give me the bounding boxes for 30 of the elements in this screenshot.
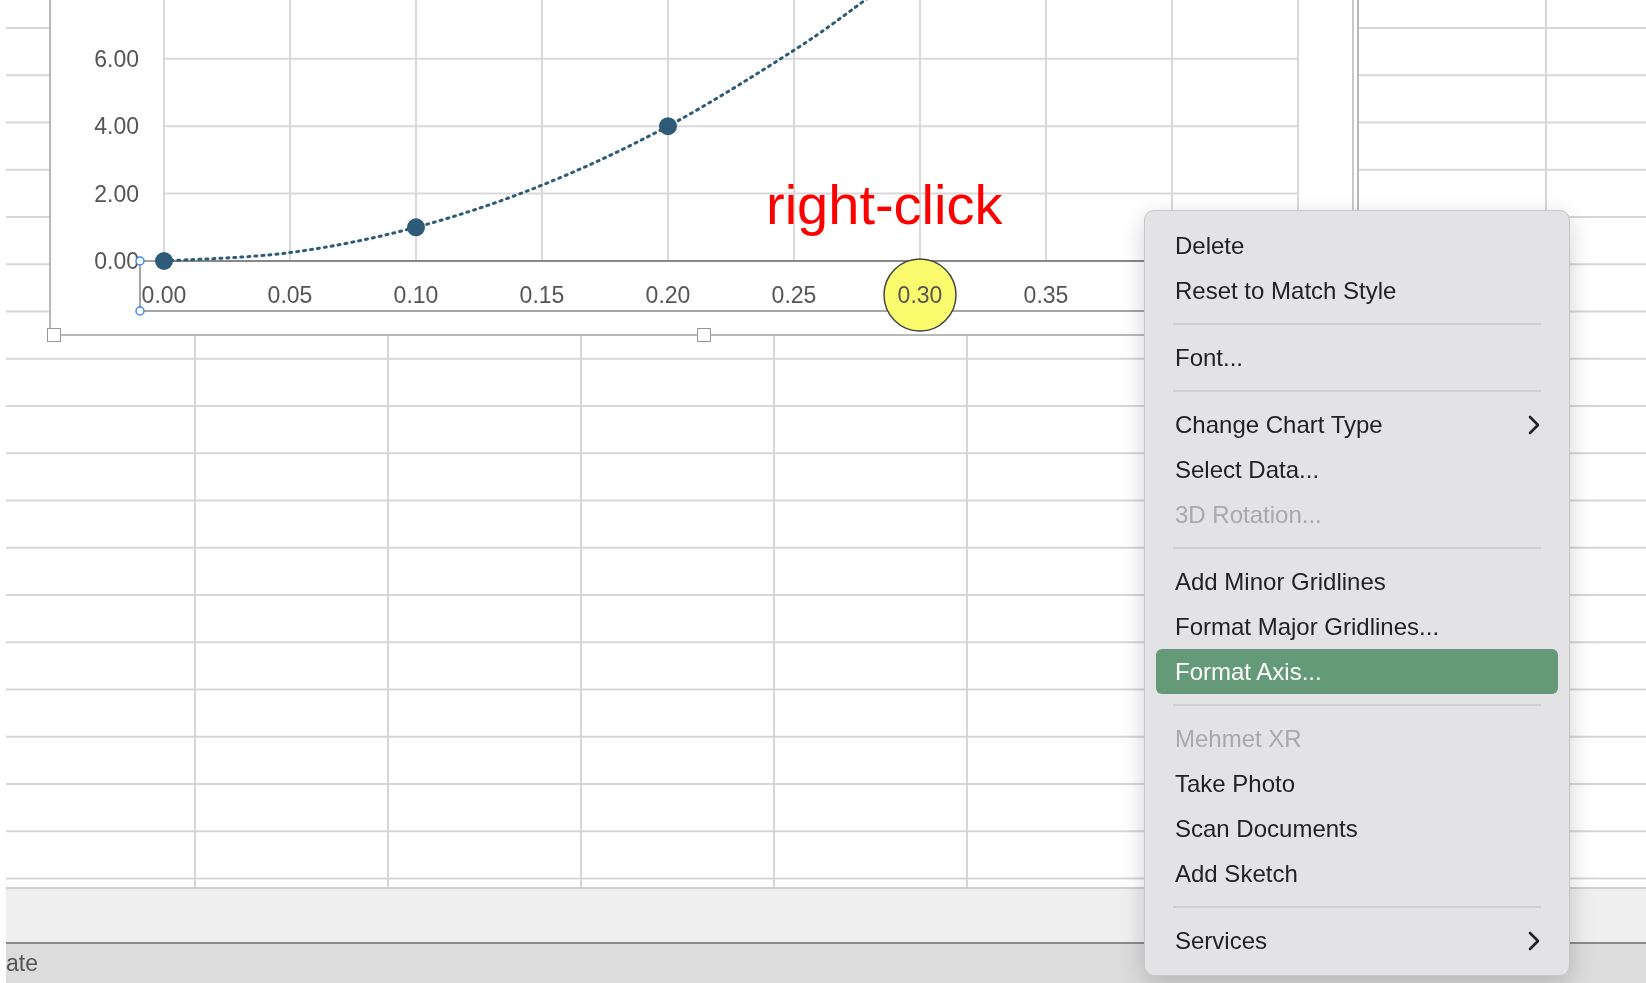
chevron-right-icon bbox=[1528, 930, 1540, 951]
annotation-text: right-click bbox=[766, 172, 1003, 237]
selection-handle[interactable] bbox=[135, 306, 145, 316]
axis-label: 0.05 bbox=[267, 282, 313, 308]
menu-item[interactable]: Add Minor Gridlines bbox=[1156, 559, 1558, 604]
axis-label: 0.15 bbox=[519, 282, 565, 308]
menu-item[interactable]: Services bbox=[1156, 918, 1558, 963]
axis-label: 2.00 bbox=[94, 180, 139, 207]
menu-item[interactable]: Select Data... bbox=[1156, 447, 1558, 492]
menu-item[interactable]: Take Photo bbox=[1156, 761, 1558, 806]
menu-item[interactable]: Add Sketch bbox=[1156, 851, 1558, 896]
axis-label: 0.00 bbox=[94, 248, 139, 274]
chevron-right-icon bbox=[1528, 414, 1540, 435]
axis-label: 0.10 bbox=[393, 282, 439, 308]
axis-label: 0.35 bbox=[1023, 282, 1069, 308]
menu-item[interactable]: Reset to Match Style bbox=[1156, 268, 1558, 313]
resize-handle[interactable] bbox=[47, 328, 61, 342]
menu-item[interactable]: Format Major Gridlines... bbox=[1156, 604, 1558, 649]
menu-item[interactable]: Scan Documents bbox=[1156, 806, 1558, 851]
status-text: ate bbox=[6, 950, 38, 977]
axis-label: 0.30 bbox=[897, 282, 943, 308]
axis-label: 0.20 bbox=[645, 282, 691, 308]
resize-handle[interactable] bbox=[697, 328, 711, 342]
menu-item[interactable]: Delete bbox=[1156, 223, 1558, 268]
axis-label: 0.00 bbox=[141, 282, 187, 308]
axis-label: 0.25 bbox=[771, 282, 817, 308]
axis-label: 6.00 bbox=[94, 45, 139, 72]
menu-item[interactable]: Font... bbox=[1156, 335, 1558, 380]
menu-item[interactable]: Change Chart Type bbox=[1156, 402, 1558, 447]
axis-label: 4.00 bbox=[94, 113, 139, 140]
